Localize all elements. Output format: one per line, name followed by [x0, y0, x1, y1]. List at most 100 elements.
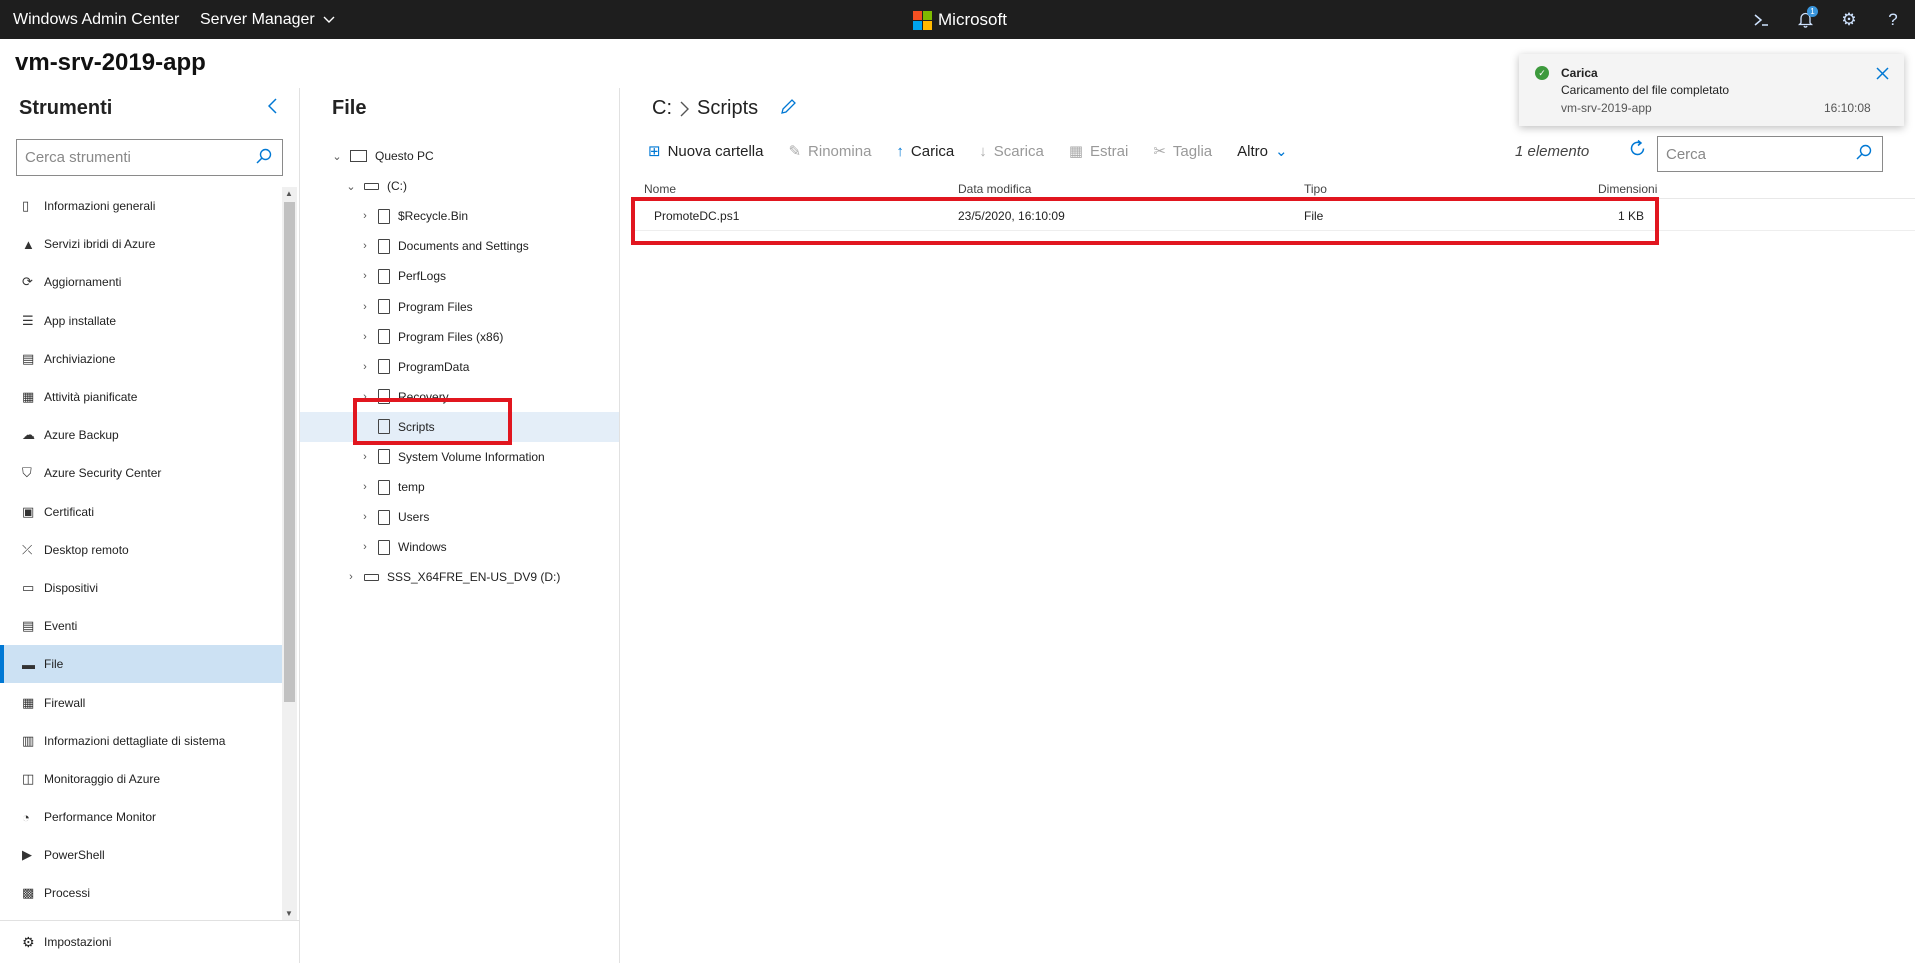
tree-node-0[interactable]: ⌄ Questo PC	[300, 141, 619, 171]
file-search-input[interactable]	[1666, 145, 1846, 163]
edit-path-button[interactable]	[780, 98, 797, 120]
gear-icon: ⚙	[1841, 9, 1857, 29]
chevron-right-icon[interactable]: ›	[358, 240, 372, 252]
chevron-right-icon[interactable]: ›	[358, 511, 372, 523]
breadcrumb-folder[interactable]: Scripts	[697, 97, 758, 120]
top-icons: 1 ⚙ ?	[1739, 0, 1915, 39]
folder-icon	[378, 238, 390, 254]
tool-item-17[interactable]: ▶ PowerShell	[0, 836, 282, 874]
toast-close-button[interactable]	[1876, 65, 1889, 85]
tool-item-1[interactable]: ▲ Servizi ibridi di Azure	[0, 225, 282, 263]
server-manager-dropdown[interactable]: Server Manager	[200, 11, 335, 29]
chevron-right-icon[interactable]: ›	[358, 301, 372, 313]
tool-item-4[interactable]: ▤ Archiviazione	[0, 340, 282, 378]
chevron-right-icon[interactable]: ›	[344, 571, 358, 583]
tools-search-input[interactable]	[25, 149, 250, 166]
toolbar-button-6[interactable]: Altro ⌄	[1237, 142, 1288, 161]
tool-item-15[interactable]: ◫ Monitoraggio di Azure	[0, 760, 282, 798]
search-icon[interactable]	[256, 148, 272, 169]
powershell-icon: ▶	[22, 847, 32, 863]
chevron-right-icon[interactable]: ›	[358, 361, 372, 373]
tool-item-9[interactable]: ⤫ Desktop remoto	[0, 531, 282, 569]
tree-node-11[interactable]: › temp	[300, 472, 619, 502]
backup-icon: ☁	[22, 427, 35, 443]
scroll-thumb[interactable]	[284, 202, 295, 702]
chevron-down-icon[interactable]: ⌄	[330, 150, 344, 163]
toolbar-button-0[interactable]: ⊞ Nuova cartella	[648, 142, 763, 161]
chevron-right-icon[interactable]: ›	[358, 270, 372, 282]
powershell-icon	[1754, 13, 1768, 26]
tool-item-18[interactable]: ▩ Processi	[0, 874, 282, 912]
column-header-modified[interactable]: Data modifica	[958, 182, 1031, 196]
brand-name: Microsoft	[938, 10, 1007, 29]
tool-item-5[interactable]: ▦ Attività pianificate	[0, 378, 282, 416]
search-icon[interactable]	[1856, 144, 1872, 165]
cell-type: File	[1304, 209, 1324, 223]
upload-icon: ↑	[896, 142, 904, 160]
refresh-button[interactable]	[1628, 139, 1647, 164]
toolbar-button-3[interactable]: ↓ Scarica	[979, 143, 1044, 160]
tools-scrollbar[interactable]: ▲ ▼	[282, 187, 297, 920]
chevron-down-icon: ⌄	[1274, 143, 1288, 160]
scroll-down-arrow-icon[interactable]: ▼	[285, 909, 293, 918]
tool-item-11[interactable]: ▤ Eventi	[0, 607, 282, 645]
toolbar-button-1[interactable]: ✎ Rinomina	[788, 142, 871, 161]
tool-item-13[interactable]: ▦ Firewall	[0, 683, 282, 721]
tree-node-label: Scripts	[398, 419, 435, 434]
table-row[interactable]: PromoteDC.ps1 23/5/2020, 16:10:09 File 1 KB	[632, 199, 1915, 231]
app-title[interactable]: Windows Admin Center	[0, 11, 200, 29]
tool-item-2[interactable]: ⟳ Aggiornamenti	[0, 263, 282, 301]
column-header-type[interactable]: Tipo	[1304, 182, 1327, 196]
tree-node-9[interactable]: Scripts	[300, 411, 619, 442]
toast-title: Carica	[1561, 66, 1598, 80]
toolbar-button-4[interactable]: ▦ Estrai	[1069, 142, 1129, 161]
tree-node-14[interactable]: › SSS_X64FRE_EN-US_DV9 (D:)	[300, 562, 619, 592]
tree-node-1[interactable]: ⌄ (C:)	[300, 171, 619, 201]
chevron-right-icon[interactable]: ›	[358, 541, 372, 553]
help-button[interactable]: ?	[1871, 0, 1915, 39]
tree-node-3[interactable]: › Documents and Settings	[300, 231, 619, 261]
tree-node-13[interactable]: › Windows	[300, 532, 619, 562]
breadcrumb-drive[interactable]: C:	[652, 97, 672, 120]
tool-item-0[interactable]: ▯ Informazioni generali	[0, 187, 282, 225]
chevron-right-icon[interactable]: ›	[358, 451, 372, 463]
chevron-right-icon[interactable]: ›	[358, 481, 372, 493]
tool-item-3[interactable]: ☰ App installate	[0, 302, 282, 340]
scroll-up-arrow-icon[interactable]: ▲	[285, 189, 293, 198]
tool-item-16[interactable]: ◔ Performance Monitor	[0, 798, 282, 836]
tree-node-8[interactable]: › Recovery	[300, 382, 619, 412]
toolbar-button-5[interactable]: ✂ Taglia	[1153, 142, 1212, 161]
tool-item-10[interactable]: ▭ Dispositivi	[0, 569, 282, 607]
tree-node-7[interactable]: › ProgramData	[300, 352, 619, 382]
powershell-button[interactable]	[1739, 0, 1783, 39]
tree-node-5[interactable]: › Program Files	[300, 291, 619, 321]
events-icon: ▤	[22, 618, 35, 634]
chevron-right-icon[interactable]: ›	[358, 391, 372, 403]
chevron-right-icon[interactable]: ›	[358, 331, 372, 343]
drive-icon	[364, 573, 379, 581]
tool-item-8[interactable]: ▣ Certificati	[0, 493, 282, 531]
collapse-tools-button[interactable]	[267, 98, 277, 119]
tool-item-label: Firewall	[44, 695, 86, 710]
tree-node-6[interactable]: › Program Files (x86)	[300, 322, 619, 352]
tool-item-6[interactable]: ☁ Azure Backup	[0, 416, 282, 454]
devices-icon: ▭	[22, 579, 35, 595]
server-title: vm-srv-2019-app	[15, 49, 206, 76]
tool-item-12[interactable]: ▬ File	[0, 645, 282, 684]
settings-button[interactable]: ⚙	[1827, 0, 1871, 39]
tree-node-2[interactable]: › $Recycle.Bin	[300, 201, 619, 231]
notifications-button[interactable]: 1	[1783, 0, 1827, 39]
tree-node-12[interactable]: › Users	[300, 502, 619, 532]
column-header-size[interactable]: Dimensioni	[1598, 182, 1657, 196]
column-header-name[interactable]: Nome	[644, 182, 676, 196]
settings-tool-item[interactable]: ⚙ Impostazioni	[0, 920, 300, 963]
chevron-right-icon[interactable]: ›	[358, 210, 372, 222]
tool-item-14[interactable]: ▥ Informazioni dettagliate di sistema	[0, 722, 282, 760]
tool-item-7[interactable]: ⛉ Azure Security Center	[0, 454, 282, 492]
cut-icon: ✂	[1153, 143, 1166, 160]
updates-icon: ⟳	[22, 274, 33, 290]
toolbar-button-2[interactable]: ↑ Carica	[896, 143, 954, 160]
chevron-down-icon[interactable]: ⌄	[344, 180, 358, 193]
tree-node-4[interactable]: › PerfLogs	[300, 261, 619, 291]
tree-node-10[interactable]: › System Volume Information	[300, 442, 619, 472]
